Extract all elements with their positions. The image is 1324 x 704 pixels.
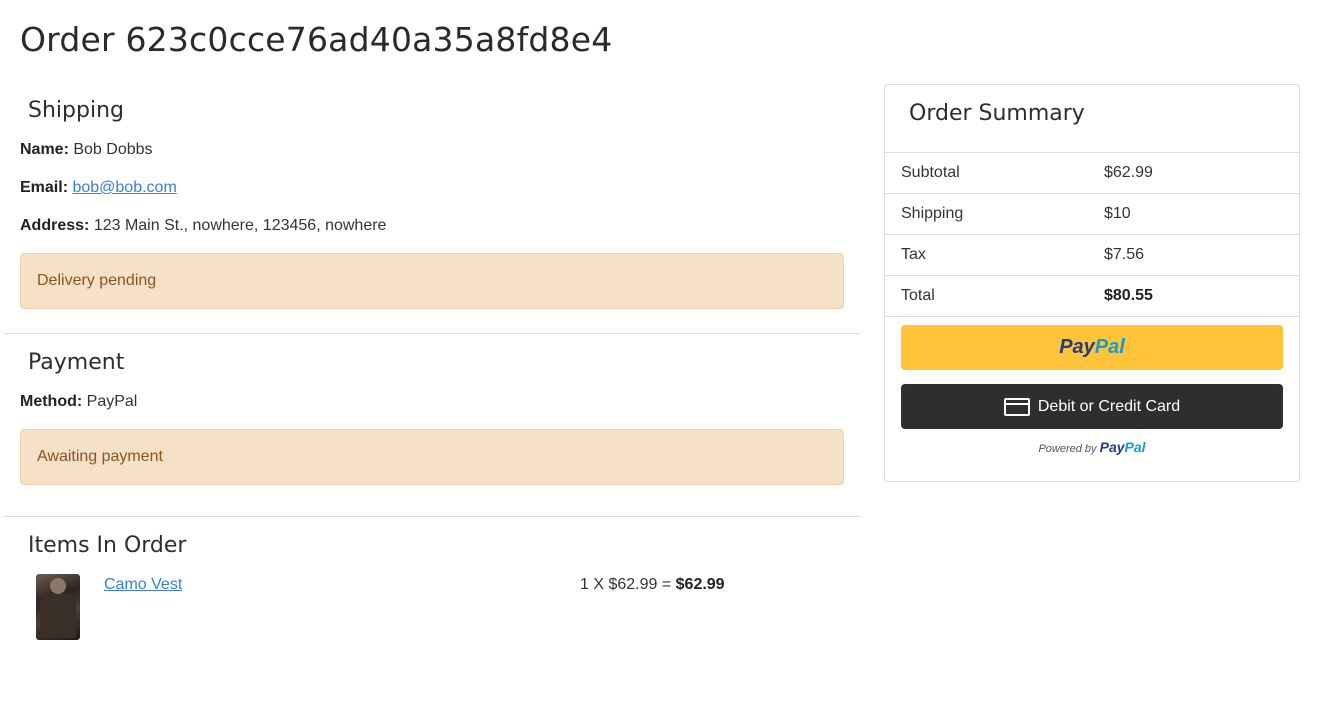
shipping-email: Email: bob@bob.com: [20, 179, 844, 197]
address-label: Address:: [20, 217, 90, 234]
payment-section: Payment Method: PayPal Awaiting payment: [4, 334, 860, 516]
method-value: PayPal: [86, 393, 138, 410]
total-value: $80.55: [1104, 287, 1153, 304]
powered-logo-pay: Pay: [1099, 439, 1125, 455]
address-value: 123 Main St., nowhere, 123456, nowhere: [93, 217, 387, 234]
shipping-address: Address: 123 Main St., nowhere, 123456, …: [20, 217, 844, 235]
order-summary-heading: Order Summary: [885, 85, 1299, 153]
summary-row-total: Total $80.55: [885, 276, 1299, 317]
subtotal-value: $62.99: [1104, 164, 1153, 181]
name-value: Bob Dobbs: [73, 141, 153, 158]
delivery-status-alert: Delivery pending: [20, 253, 844, 309]
email-label: Email:: [20, 179, 69, 196]
paypal-logo-pay: Pay: [1059, 336, 1095, 358]
subtotal-label: Subtotal: [901, 164, 960, 181]
summary-row-shipping: Shipping $10: [885, 194, 1299, 235]
items-section: Items In Order Camo Vest 1 X $62.99 = $6…: [4, 517, 860, 644]
payment-method: Method: PayPal: [20, 393, 844, 411]
payment-status-alert: Awaiting payment: [20, 429, 844, 485]
qty-price: 1 X $62.99 =: [580, 576, 672, 593]
items-heading: Items In Order: [28, 533, 187, 558]
credit-card-icon: [1003, 397, 1030, 416]
tax-label: Tax: [901, 246, 926, 263]
powered-by-paypal: Powered by PayPal: [901, 439, 1283, 455]
shipping-heading: Shipping: [28, 98, 124, 123]
paypal-logo-pal: Pal: [1094, 336, 1125, 358]
payment-heading: Payment: [28, 350, 125, 375]
order-details: Shipping Name: Bob Dobbs Email: bob@bob.…: [4, 86, 860, 644]
email-link[interactable]: bob@bob.com: [72, 179, 176, 196]
order-summary-card: Order Summary Subtotal $62.99 Shipping $…: [884, 84, 1300, 482]
page-title: Order 623c0cce76ad40a35a8fd8e4: [20, 20, 613, 59]
powered-by-text: Powered by: [1038, 443, 1097, 455]
shipping-cost-value: $10: [1104, 205, 1131, 222]
summary-row-subtotal: Subtotal $62.99: [885, 153, 1299, 194]
list-item: Camo Vest 1 X $62.99 = $62.99: [20, 574, 844, 644]
method-label: Method:: [20, 393, 83, 410]
tax-value: $7.56: [1104, 246, 1145, 263]
debit-credit-card-button[interactable]: Debit or Credit Card: [901, 384, 1283, 429]
shipping-section: Shipping Name: Bob Dobbs Email: bob@bob.…: [4, 86, 860, 333]
name-label: Name:: [20, 141, 69, 158]
line-item-price: 1 X $62.99 = $62.99: [580, 576, 725, 594]
line-total: $62.99: [675, 576, 725, 593]
shipping-cost-label: Shipping: [901, 205, 964, 222]
payment-buttons: Pay Pal Debit or Credit Card Powered by P…: [885, 317, 1299, 455]
powered-logo-pal: Pal: [1124, 439, 1146, 455]
product-thumbnail: [36, 574, 80, 640]
paypal-logo: PayPal: [1100, 439, 1146, 455]
card-button-label: Debit or Credit Card: [1037, 397, 1181, 415]
product-link[interactable]: Camo Vest: [104, 576, 182, 594]
summary-row-tax: Tax $7.56: [885, 235, 1299, 276]
paypal-button[interactable]: Pay Pal: [901, 325, 1283, 370]
total-label: Total: [901, 287, 935, 304]
shipping-name: Name: Bob Dobbs: [20, 141, 844, 159]
